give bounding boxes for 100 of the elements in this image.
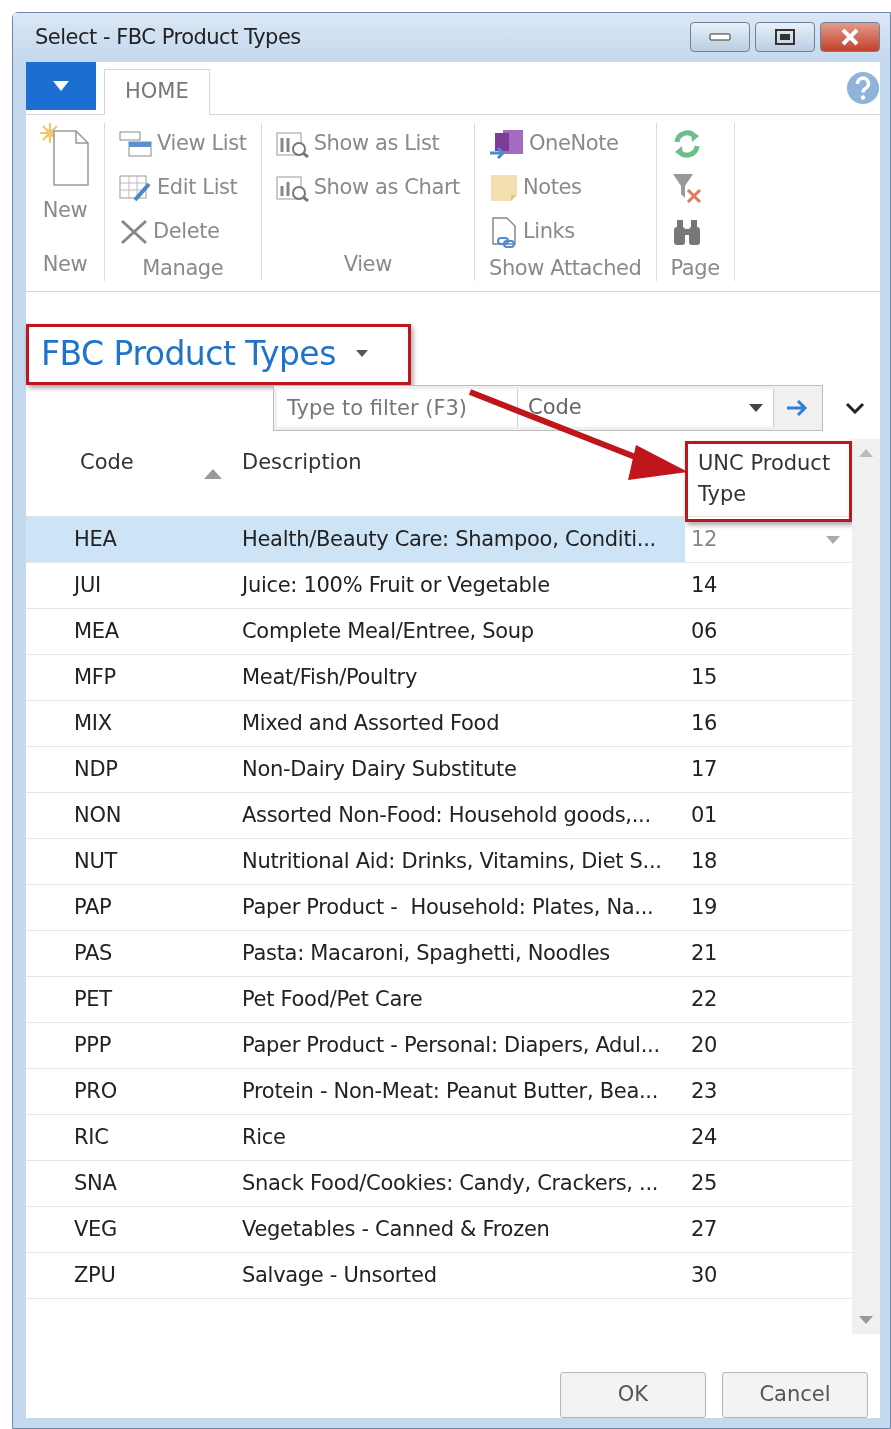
table-cell-text: Salvage - Unsorted	[241, 1261, 438, 1289]
table-cell-text: 24	[691, 1123, 718, 1151]
table-cell-text: Meat/Fish/Poultry	[241, 663, 419, 691]
chevron-down-icon[interactable]	[845, 402, 865, 414]
table-row[interactable]: NDP Non-Dairy Dairy Substitute 17	[26, 747, 852, 793]
close-button[interactable]	[820, 22, 880, 53]
scroll-down-icon[interactable]	[859, 1316, 873, 1324]
minimize-button[interactable]	[690, 22, 750, 53]
table-cell-text: Nutritional Aid: Drinks, Vitamins, Diet S...	[241, 847, 663, 875]
table-row[interactable]: PET Pet Food/Pet Care 22	[26, 977, 852, 1023]
table-cell-text: NON	[73, 801, 123, 829]
ribbon-group-label: Show Attached	[488, 254, 642, 282]
scrollbar[interactable]	[852, 439, 880, 1334]
table-cell-text: 06	[691, 617, 718, 645]
help-icon[interactable]	[846, 70, 880, 105]
table-cell-text: 18	[691, 847, 718, 875]
table-cell-text: Pasta: Macaroni, Spaghetti, Noodles	[241, 939, 611, 967]
table-cell-text: 15	[691, 663, 718, 691]
close-icon	[839, 28, 861, 47]
table-cell-text: Paper Product - Personal: Diapers, Adul...	[241, 1031, 661, 1059]
table-cell-text: Vegetables - Canned & Frozen	[241, 1215, 551, 1243]
table-row[interactable]: NUT Nutritional Aid: Drinks, Vitamins, Diet S... 18	[26, 839, 852, 885]
table-row[interactable]: PPP Paper Product - Personal: Diapers, Adul... 20	[26, 1023, 852, 1069]
table-cell: Health/Beauty Care: Shampoo, Conditi...	[230, 517, 685, 562]
caret-icon	[749, 404, 763, 412]
table-cell-text: 16	[691, 709, 718, 737]
table-row[interactable]: NON Assorted Non-Food: Household goods,... 01	[26, 793, 852, 839]
list-magnifier-icon	[275, 129, 310, 158]
chart-magnifier-icon	[275, 173, 310, 202]
table-cell-text: 19	[691, 893, 718, 921]
table-cell-text: Protein - Non-Meat: Peanut Butter, Bea...	[241, 1077, 660, 1105]
dialog-button[interactable]: Cancel	[722, 1372, 868, 1418]
table-cell-text: PET	[73, 985, 113, 1013]
table-cell-text: JUI	[72, 571, 102, 599]
table-cell: HEA	[26, 517, 230, 562]
list-window-icon	[119, 129, 153, 158]
table-pencil-icon	[119, 173, 153, 202]
x-icon	[119, 217, 149, 246]
column-header[interactable]: Description	[242, 447, 362, 516]
table-cell-text: Rice	[241, 1123, 287, 1151]
table-cell-text: 12	[691, 525, 718, 553]
table-cell-text: 25	[691, 1169, 718, 1197]
filter-input[interactable]: Type to filter (F3)	[277, 389, 517, 427]
table-cell-text: ZPU	[73, 1261, 117, 1289]
filter-x-icon[interactable]	[670, 171, 703, 204]
column-header[interactable]: Code	[80, 447, 134, 516]
table-cell-text: PAS	[73, 939, 114, 967]
table-cell-text: MEA	[73, 617, 120, 645]
table-cell-text: PAP	[73, 893, 113, 921]
dialog-button[interactable]: OK	[560, 1372, 706, 1418]
table-cell-text: Mixed and Assorted Food	[241, 709, 501, 737]
table-row[interactable]: PRO Protein - Non-Meat: Peanut Butter, Bea... 23	[26, 1069, 852, 1115]
table-row[interactable]: MEA Complete Meal/Entree, Soup 06	[26, 609, 852, 655]
table-cell-text: NDP	[73, 755, 119, 783]
minimize-icon	[709, 32, 731, 43]
table-cell-text: Complete Meal/Entree, Soup	[241, 617, 535, 645]
ribbon-tab[interactable]: HOME	[104, 68, 210, 115]
page-title-dropdown[interactable]: FBC Product Types	[41, 328, 368, 378]
caret-icon[interactable]	[826, 535, 840, 544]
table-cell-text: 01	[691, 801, 718, 829]
table-row[interactable]: HEA Health/Beauty Care: Shampoo, Conditi... 12	[26, 517, 852, 563]
table-cell-text: 22	[691, 985, 718, 1013]
maximize-button[interactable]	[755, 22, 815, 53]
table-row[interactable]: VEG Vegetables - Canned & Frozen 27	[26, 1207, 852, 1253]
ribbon-group-label: New	[41, 251, 89, 278]
table-cell-text: Assorted Non-Food: Household goods,...	[241, 801, 652, 829]
table-cell-text: VEG	[73, 1215, 118, 1243]
notebook-icon	[488, 128, 525, 159]
table-cell-text: SNA	[73, 1169, 118, 1197]
menu-button[interactable]	[26, 61, 96, 110]
table-cell-text: Paper Product - Household: Plates, Na...	[241, 893, 655, 921]
table-cell-text: Juice: 100% Fruit or Vegetable	[240, 571, 551, 599]
table-cell-text: Snack Food/Cookies: Candy, Crackers, ...	[241, 1169, 660, 1197]
filter-field-dropdown[interactable]: Code	[517, 389, 773, 427]
caret-icon	[355, 349, 368, 357]
table-cell-text: MFP	[73, 663, 117, 691]
table-row[interactable]: ZPU Salvage - Unsorted 30	[26, 1253, 852, 1299]
table-cell-text: PRO	[73, 1077, 118, 1105]
table-cell-text: 17	[691, 755, 718, 783]
table-row[interactable]: SNA Snack Food/Cookies: Candy, Crackers, ... 25	[26, 1161, 852, 1207]
table-cell-text: Pet Food/Pet Care	[241, 985, 424, 1013]
column-header[interactable]: UNC Product Type	[698, 448, 843, 510]
new-page-icon	[40, 122, 90, 187]
table-row[interactable]: MFP Meat/Fish/Poultry 15	[26, 655, 852, 701]
table-row[interactable]: MIX Mixed and Assorted Food 16	[26, 701, 852, 747]
table-row[interactable]: PAP Paper Product - Household: Plates, Na... 19	[26, 885, 852, 931]
table-cell-text: 21	[691, 939, 718, 967]
table-row[interactable]: RIC Rice 24	[26, 1115, 852, 1161]
table-cell-text: 27	[691, 1215, 718, 1243]
caret-icon	[53, 80, 69, 91]
table-row[interactable]: JUI Juice: 100% Fruit or Vegetable 14	[26, 563, 852, 609]
table-row[interactable]: PAS Pasta: Macaroni, Spaghetti, Noodles 21	[26, 931, 852, 977]
ribbon-group-label: Manage	[141, 254, 225, 282]
table-cell-text: 30	[691, 1261, 718, 1289]
note-icon	[488, 172, 519, 203]
table-cell-text: MIX	[73, 709, 113, 737]
maximize-icon	[774, 28, 796, 47]
table-cell-text: Non-Dairy Dairy Substitute	[241, 755, 518, 783]
table-cell-text: 14	[691, 571, 718, 599]
table-cell-text: 20	[691, 1031, 718, 1059]
